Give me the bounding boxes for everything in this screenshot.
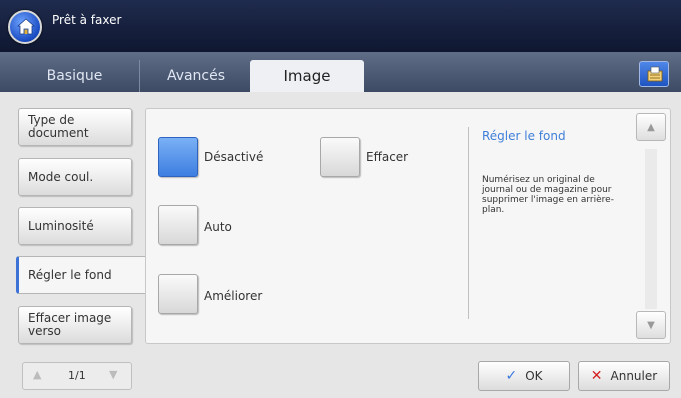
- option-desactive-label: Désactivé: [204, 150, 264, 164]
- home-icon: [16, 18, 36, 35]
- home-button[interactable]: [8, 10, 42, 44]
- option-auto-label: Auto: [204, 220, 232, 234]
- tab-bar: Basique Avancés Image: [0, 52, 681, 92]
- option-ameliorer-label: Améliorer: [204, 289, 263, 303]
- scroll-up-button[interactable]: ▲: [636, 113, 666, 141]
- tab-image[interactable]: Image: [250, 60, 364, 92]
- option-auto-toggle[interactable]: [158, 205, 198, 245]
- help-title: Régler le fond: [482, 129, 566, 143]
- menu-regler-fond[interactable]: Régler le fond: [16, 256, 146, 294]
- page-title: Prêt à faxer: [52, 13, 122, 27]
- divider: [468, 127, 469, 319]
- page-navigator: ▲ 1/1 ▼: [22, 362, 132, 390]
- menu-type-document[interactable]: Type de document: [18, 108, 132, 146]
- tab-basique[interactable]: Basique: [10, 60, 140, 92]
- job-status-icon: [647, 66, 663, 82]
- ok-button[interactable]: ✓ OK: [478, 361, 570, 391]
- option-desactive-toggle[interactable]: [158, 137, 198, 177]
- option-effacer-toggle[interactable]: [320, 137, 360, 177]
- option-ameliorer-toggle[interactable]: [158, 274, 198, 314]
- cancel-label: Annuler: [610, 369, 658, 383]
- job-status-button[interactable]: [639, 61, 669, 87]
- cancel-button[interactable]: ✕ Annuler: [578, 361, 670, 391]
- tab-avances[interactable]: Avancés: [141, 60, 251, 92]
- page-indicator: 1/1: [68, 369, 86, 382]
- menu-mode-couleur[interactable]: Mode coul.: [18, 158, 132, 196]
- pager-up-icon[interactable]: ▲: [33, 368, 41, 381]
- close-icon: ✕: [590, 368, 603, 384]
- title-bar: Prêt à faxer: [0, 0, 681, 52]
- triangle-down-icon: ▼: [647, 319, 655, 331]
- triangle-up-icon: ▲: [647, 121, 655, 133]
- options-panel: Désactivé Auto Améliorer Effacer Régler …: [145, 108, 671, 344]
- check-icon: ✓: [505, 368, 518, 384]
- help-text: Numérisez un original de journal ou de m…: [482, 175, 614, 215]
- option-effacer-label: Effacer: [366, 150, 409, 164]
- ok-label: OK: [525, 369, 543, 383]
- scrollbar-track[interactable]: [645, 149, 657, 309]
- menu-effacer-image-verso[interactable]: Effacer image verso: [18, 306, 132, 344]
- pager-down-icon[interactable]: ▼: [109, 368, 117, 381]
- scroll-down-button[interactable]: ▼: [636, 311, 666, 339]
- menu-luminosite[interactable]: Luminosité: [18, 207, 132, 245]
